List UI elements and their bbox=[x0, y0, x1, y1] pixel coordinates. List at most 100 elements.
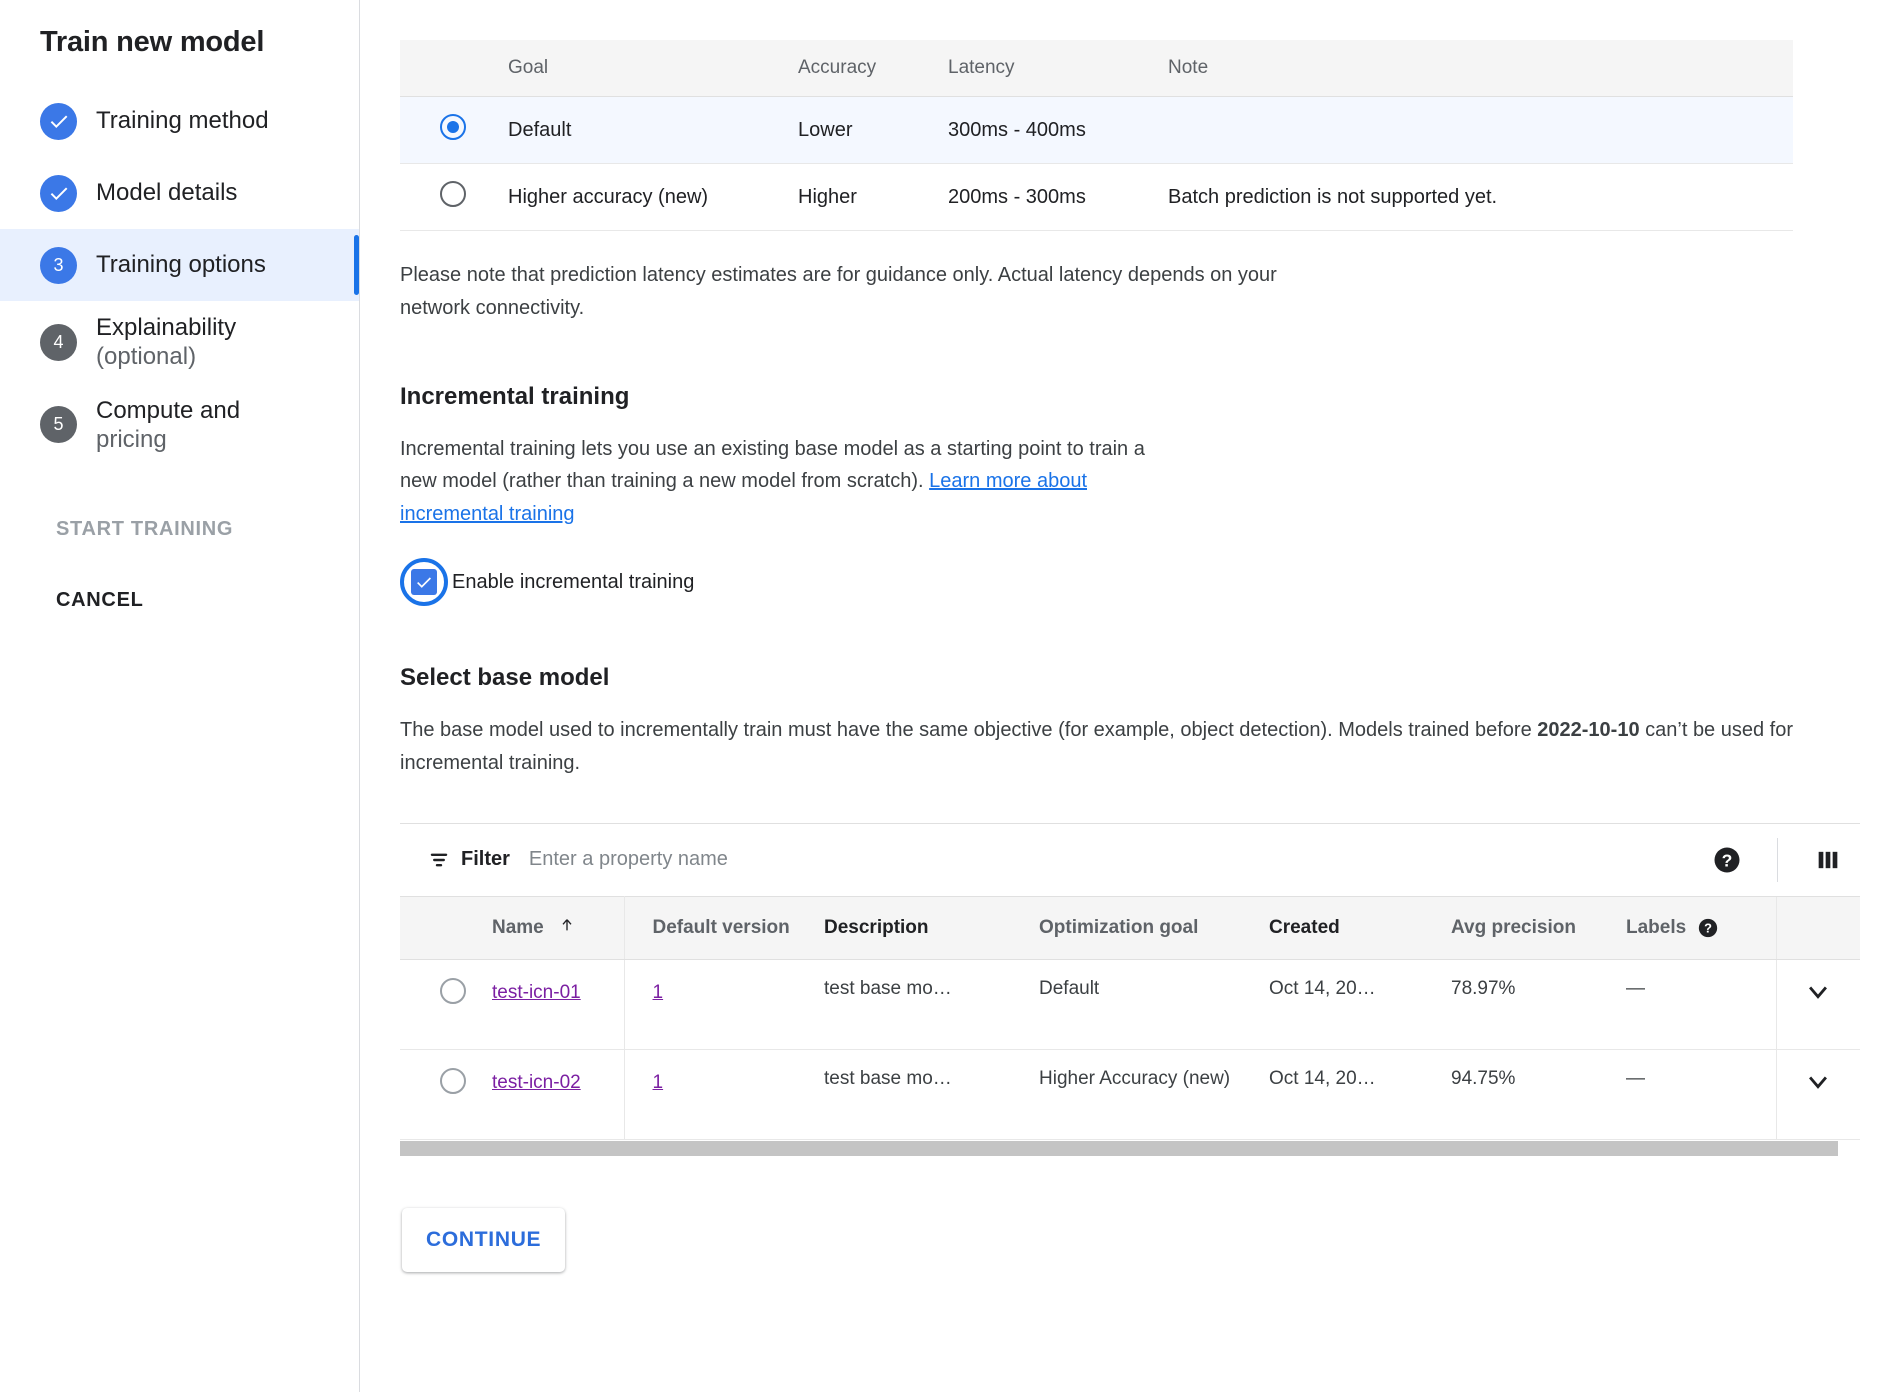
base-model-cutoff-date: 2022-10-10 bbox=[1537, 719, 1639, 741]
filter-label: Filter bbox=[461, 848, 510, 871]
row-default-version-cell[interactable]: 1 bbox=[624, 1049, 824, 1139]
sidebar-step-label-main: Explainability bbox=[96, 314, 236, 341]
sidebar-step-label: Compute and pricing bbox=[96, 396, 240, 455]
sidebar-step-label: Training options bbox=[96, 250, 266, 279]
model-name-link[interactable]: test-icn-01 bbox=[492, 978, 581, 1007]
goal-radio-cell[interactable] bbox=[400, 164, 508, 231]
sidebar-step-explainability[interactable]: 4 Explainability (optional) bbox=[0, 301, 359, 384]
goal-header-latency: Latency bbox=[948, 40, 1168, 97]
incremental-training-description: Incremental training lets you use an exi… bbox=[400, 433, 1170, 530]
row-avg-precision-cell: 94.75% bbox=[1451, 1049, 1626, 1139]
filter-input[interactable] bbox=[527, 847, 1695, 872]
enable-incremental-training-label: Enable incremental training bbox=[452, 571, 694, 594]
sidebar-step-label: Model details bbox=[96, 178, 237, 207]
row-select-cell[interactable] bbox=[400, 1049, 492, 1139]
radio-default-selected[interactable] bbox=[440, 114, 466, 140]
row-default-version-cell[interactable]: 1 bbox=[624, 959, 824, 1049]
models-header-description[interactable]: Description bbox=[824, 896, 1039, 959]
models-header-name-label: Name bbox=[492, 917, 544, 938]
step-complete-check-icon bbox=[40, 103, 77, 140]
chevron-down-icon[interactable] bbox=[1804, 990, 1832, 1011]
start-training-button[interactable]: START TRAINING bbox=[0, 518, 359, 541]
goal-header-goal: Goal bbox=[508, 40, 798, 97]
cancel-button[interactable]: CANCEL bbox=[0, 589, 359, 612]
goal-cell-goal: Higher accuracy (new) bbox=[508, 164, 798, 231]
row-labels-cell: — bbox=[1626, 1049, 1776, 1139]
sidebar-step-label-main: Compute and bbox=[96, 397, 240, 424]
latency-guidance-note: Please note that prediction latency esti… bbox=[400, 259, 1280, 325]
checkbox-checked-icon bbox=[411, 569, 437, 595]
goal-header-accuracy: Accuracy bbox=[798, 40, 948, 97]
table-header-row: Name Default version Description Optimiz… bbox=[400, 896, 1860, 959]
enable-incremental-training-checkbox[interactable] bbox=[400, 558, 448, 606]
row-name-cell[interactable]: test-icn-02 bbox=[492, 1049, 624, 1139]
models-header-avg-precision[interactable]: Avg precision bbox=[1451, 896, 1626, 959]
row-avg-precision-cell: 78.97% bbox=[1451, 959, 1626, 1049]
toolbar-divider bbox=[1777, 838, 1778, 882]
row-select-cell[interactable] bbox=[400, 959, 492, 1049]
goal-row-default[interactable]: Default Lower 300ms - 400ms bbox=[400, 97, 1793, 164]
sidebar-step-label-sub: (optional) bbox=[96, 342, 236, 371]
model-name-link[interactable]: test-icn-02 bbox=[492, 1068, 581, 1097]
optimization-goal-table: Goal Accuracy Latency Note Default Lower… bbox=[400, 40, 1793, 231]
sidebar-step-model-details[interactable]: Model details bbox=[0, 157, 359, 229]
sidebar-step-training-method[interactable]: Training method bbox=[0, 85, 359, 157]
goal-cell-latency: 200ms - 300ms bbox=[948, 164, 1168, 231]
continue-button[interactable]: CONTINUE bbox=[402, 1208, 565, 1272]
horizontal-scrollbar[interactable] bbox=[400, 1141, 1860, 1156]
base-model-desc-part1: The base model used to incrementally tra… bbox=[400, 719, 1537, 741]
sort-ascending-icon bbox=[559, 917, 575, 939]
models-header-optimization-goal[interactable]: Optimization goal bbox=[1039, 896, 1269, 959]
row-created-cell: Oct 14, 20… bbox=[1269, 959, 1451, 1049]
labels-help-icon[interactable]: ? bbox=[1697, 917, 1719, 939]
row-labels-cell: — bbox=[1626, 959, 1776, 1049]
goal-radio-cell[interactable] bbox=[400, 97, 508, 164]
default-version-link[interactable]: 1 bbox=[653, 1068, 664, 1097]
radio-select-model[interactable] bbox=[440, 1068, 466, 1094]
models-header-created[interactable]: Created bbox=[1269, 896, 1451, 959]
sidebar-step-compute-and-pricing[interactable]: 5 Compute and pricing bbox=[0, 384, 359, 467]
help-icon[interactable]: ? bbox=[1695, 824, 1759, 896]
models-header-default-version[interactable]: Default version bbox=[624, 896, 824, 959]
goal-cell-latency: 300ms - 400ms bbox=[948, 97, 1168, 164]
models-header-labels-label: Labels bbox=[1626, 917, 1686, 938]
goal-row-higher-accuracy[interactable]: Higher accuracy (new) Higher 200ms - 300… bbox=[400, 164, 1793, 231]
row-expand-cell[interactable] bbox=[1776, 959, 1860, 1049]
base-model-table: Name Default version Description Optimiz… bbox=[400, 896, 1860, 1140]
table-row[interactable]: test-icn-01 1 test base mo… Default Oct … bbox=[400, 959, 1860, 1049]
models-header-name[interactable]: Name bbox=[492, 896, 624, 959]
goal-header-select bbox=[400, 40, 508, 97]
training-options-panel: Goal Accuracy Latency Note Default Lower… bbox=[360, 0, 1896, 1392]
goal-cell-note bbox=[1168, 97, 1793, 164]
chevron-down-icon[interactable] bbox=[1804, 1080, 1832, 1101]
incremental-training-heading: Incremental training bbox=[400, 383, 1896, 411]
filter-icon[interactable] bbox=[428, 849, 450, 871]
models-header-select bbox=[400, 896, 492, 959]
wizard-sidebar: Train new model Training method Model de… bbox=[0, 0, 360, 1392]
step-number-badge: 3 bbox=[40, 247, 77, 284]
models-header-labels[interactable]: Labels ? bbox=[1626, 896, 1776, 959]
row-name-cell[interactable]: test-icn-01 bbox=[492, 959, 624, 1049]
row-expand-cell[interactable] bbox=[1776, 1049, 1860, 1139]
goal-cell-note: Batch prediction is not supported yet. bbox=[1168, 164, 1793, 231]
sidebar-step-label: Explainability (optional) bbox=[96, 313, 236, 372]
goal-cell-accuracy: Lower bbox=[798, 97, 948, 164]
base-model-table-card: Filter ? bbox=[400, 823, 1860, 1156]
train-new-model-page: Train new model Training method Model de… bbox=[0, 0, 1896, 1392]
radio-select-model[interactable] bbox=[440, 978, 466, 1004]
svg-text:?: ? bbox=[1705, 921, 1713, 936]
default-version-link[interactable]: 1 bbox=[653, 978, 664, 1007]
step-complete-check-icon bbox=[40, 175, 77, 212]
scrollbar-thumb[interactable] bbox=[400, 1141, 1838, 1156]
svg-text:?: ? bbox=[1722, 850, 1733, 870]
table-header-row: Goal Accuracy Latency Note bbox=[400, 40, 1793, 97]
goal-cell-accuracy: Higher bbox=[798, 164, 948, 231]
enable-incremental-training-row[interactable]: Enable incremental training bbox=[400, 558, 1896, 606]
row-description-cell: test base mo… bbox=[824, 1049, 1039, 1139]
sidebar-step-training-options[interactable]: 3 Training options bbox=[0, 229, 359, 301]
radio-higher-accuracy[interactable] bbox=[440, 181, 466, 207]
step-number-badge: 5 bbox=[40, 406, 77, 443]
columns-icon[interactable] bbox=[1796, 824, 1860, 896]
select-base-model-heading: Select base model bbox=[400, 664, 1896, 692]
table-row[interactable]: test-icn-02 1 test base mo… Higher Accur… bbox=[400, 1049, 1860, 1139]
